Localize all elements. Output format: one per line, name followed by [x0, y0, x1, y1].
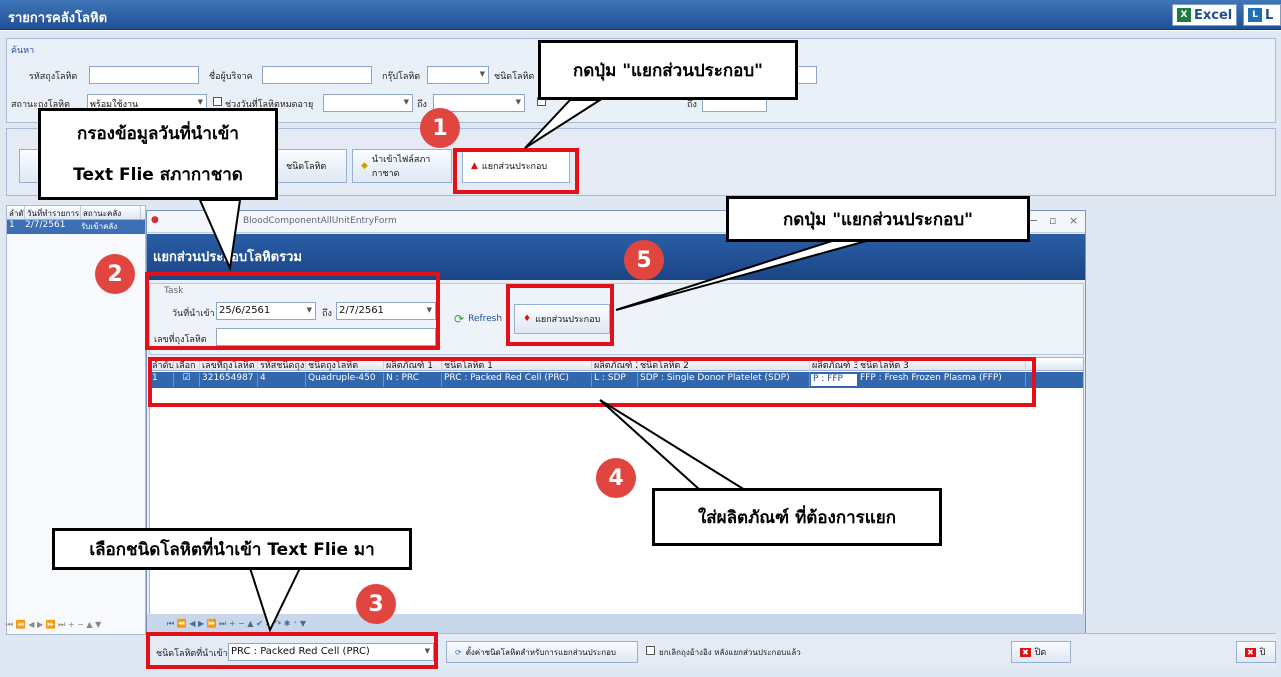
type-label: ชนิดโลหิต: [494, 72, 535, 82]
bag-no-input[interactable]: [89, 66, 199, 84]
callout-step-4: ใส่ผลิตภัณฑ์ ที่ต้องการแยก: [652, 488, 942, 546]
bag-no-label: รหัสถุงโลหิต: [29, 72, 78, 82]
callout-step-3: เลือกชนิดโลหิตที่นำเข้า Text Flie มา: [52, 528, 412, 570]
close-icon[interactable]: ×: [1069, 214, 1078, 227]
dialog-caption: BloodComponentAllUnitEntryForm: [243, 216, 397, 226]
close-main-button[interactable]: ✖ ปิ: [1236, 641, 1276, 663]
minimize-icon[interactable]: −: [1029, 214, 1038, 227]
grid-navigator[interactable]: ⏮ ⏪ ◀ ▶ ⏩ ⏭ + − ▲ ▼: [6, 620, 146, 636]
close-icon: ✖: [1020, 647, 1031, 657]
refresh-icon: ⟳: [454, 312, 465, 326]
highlight-date-filter: [145, 272, 440, 350]
step-badge-2: 2: [95, 254, 135, 294]
callout-step-2: กรองข้อมูลวันที่นำเข้า Text Flie สภากาชา…: [38, 108, 278, 200]
callout-step-5: กดปุ่ม "แยกส่วนประกอบ": [726, 196, 1030, 242]
step-badge-3: 3: [356, 584, 396, 624]
donor-input[interactable]: [262, 66, 372, 84]
set-type-button[interactable]: ⟳ ตั้งค่าชนิดโลหิตสำหรับการแยกส่วนประกอบ: [446, 641, 638, 663]
cancel-ref-checkbox[interactable]: [646, 646, 655, 655]
app-icon: ●: [151, 215, 159, 225]
to-label: ถึง: [417, 100, 427, 110]
highlight-grid-row: [148, 357, 1036, 407]
window-title: รายการคลังโลหิต: [8, 11, 108, 26]
step-badge-4: 4: [596, 458, 636, 498]
highlight-split-button: [453, 148, 579, 194]
l-icon: L: [1248, 8, 1262, 22]
group-label: กรุ๊ปโลหิต: [382, 72, 421, 82]
cancel-ref-label: ยกเลิกถุงอ้างอิง หลังแยกส่วนประกอบแล้ว: [659, 648, 801, 657]
import-file-button[interactable]: ◆ นำเข้าไฟล์สภากาชาด: [352, 149, 452, 183]
grid-header: ลำดับ วันที่ทำรายการ สถานะคลัง: [7, 206, 145, 220]
excel-button[interactable]: X Excel: [1172, 4, 1238, 26]
close-icon: ✖: [1245, 647, 1256, 657]
folder-icon: ◆: [361, 161, 368, 171]
title-bar: รายการคลังโลหิต X Excel LL: [0, 0, 1281, 30]
donor-label: ชื่อผู้บริจาค: [209, 72, 253, 82]
chevron-down-icon: ▼: [479, 70, 485, 78]
highlight-dialog-split: [506, 284, 614, 346]
col-date: วันที่ทำรายการ: [25, 206, 81, 219]
chevron-down-icon: ▼: [403, 98, 409, 106]
col-status: สถานะคลัง: [81, 206, 141, 219]
l-button[interactable]: LL: [1243, 4, 1281, 26]
refresh-button[interactable]: ⟳ Refresh: [446, 304, 508, 334]
import-type-button[interactable]: ชนิดโลหิต: [277, 149, 347, 183]
close-button[interactable]: ✖ ปิด: [1011, 641, 1071, 663]
callout-step-1: กดปุ่ม "แยกส่วนประกอบ": [538, 40, 798, 100]
chevron-down-icon: ▼: [515, 98, 521, 106]
dialog-grid-navigator[interactable]: ⏮ ⏪ ◀ ▶ ⏩ ⏭ + − ▲ ✔ ✖ ↷ ✱ ⁺ ▼: [167, 619, 306, 629]
search-section-title: ค้นหา: [11, 46, 35, 56]
step-badge-1: 1: [420, 108, 460, 148]
col-no: ลำดับ: [7, 206, 25, 219]
maximize-icon[interactable]: ▫: [1049, 214, 1056, 227]
group-select[interactable]: ▼: [427, 66, 489, 84]
settings-icon: ⟳: [455, 647, 462, 657]
excel-icon: X: [1177, 8, 1191, 22]
step-badge-5: 5: [624, 240, 664, 280]
expire-checkbox[interactable]: [213, 97, 222, 106]
chevron-down-icon: ▼: [197, 98, 203, 106]
expire-from-input[interactable]: ▼: [323, 94, 413, 112]
table-row[interactable]: 1 2/7/2561 รับเข้าคลัง: [7, 220, 145, 234]
highlight-import-type: [146, 632, 438, 669]
